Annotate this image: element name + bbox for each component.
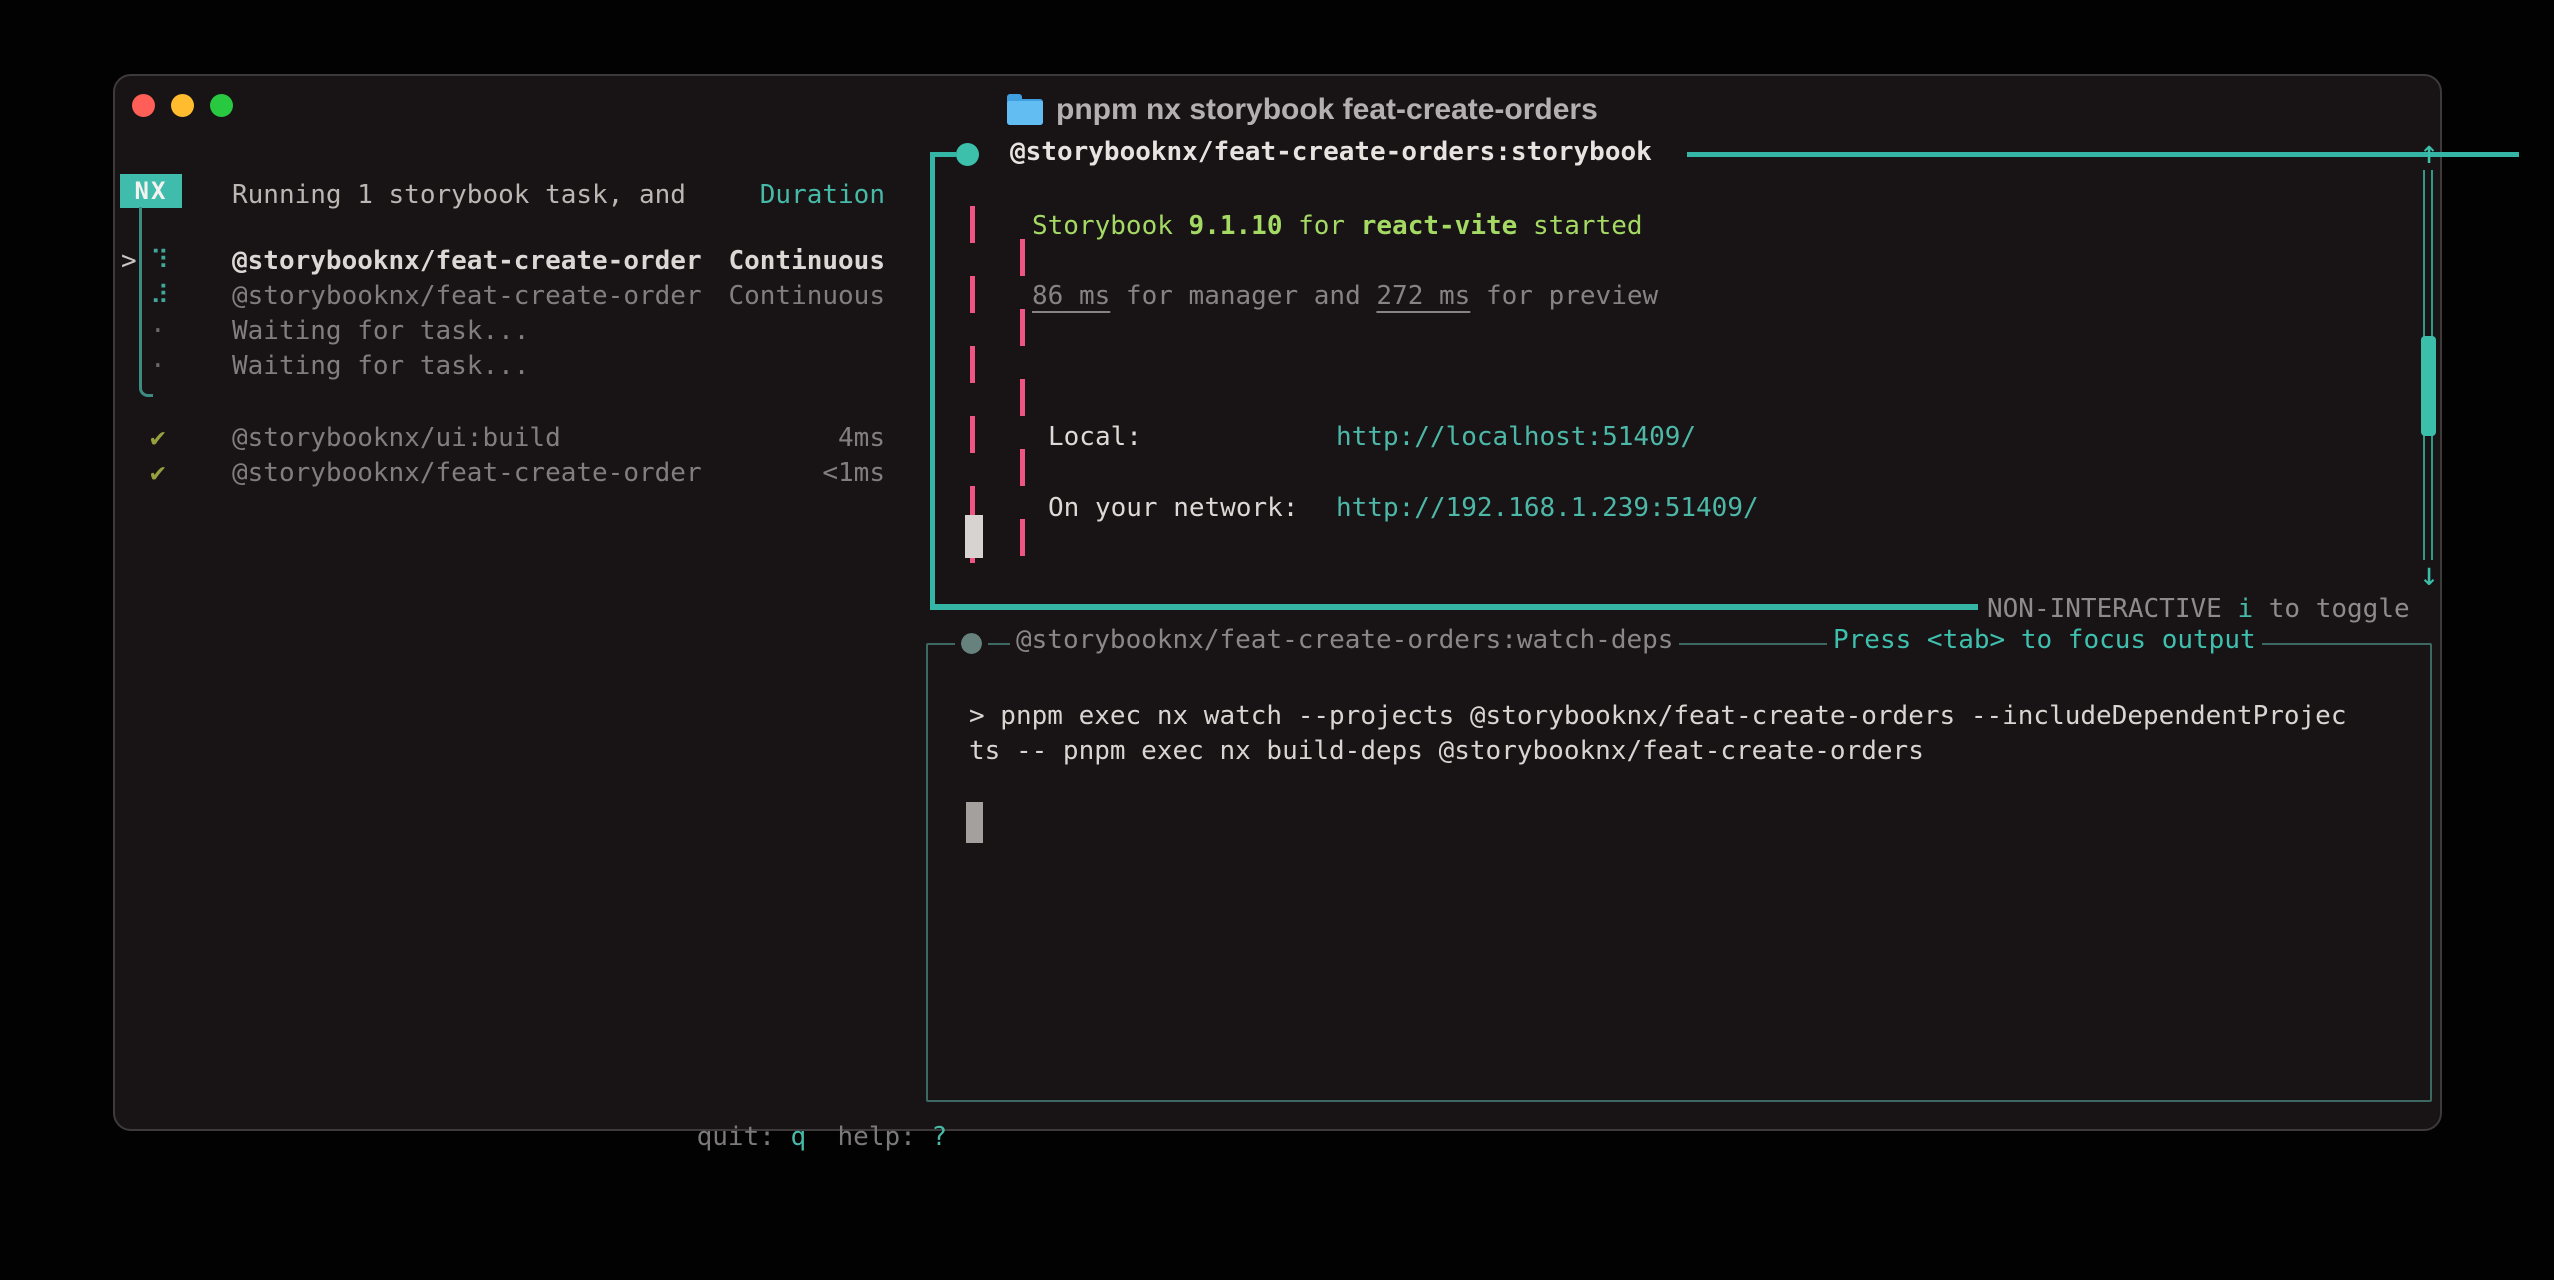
storybook-started-line: Storybook 9.1.10 for react-vite started (1032, 209, 1643, 244)
preview-time: 272 ms (1376, 281, 1470, 311)
scroll-down-arrow-icon[interactable]: ↓ (2412, 558, 2446, 590)
task-summary-label: Running 1 storybook task, and (232, 178, 686, 213)
help-label: help: (838, 1122, 932, 1152)
task-status-circle-icon (956, 143, 979, 166)
focus-output-hint: Press <tab> to focus output (1827, 625, 2262, 655)
duration-column-header: Duration (760, 178, 885, 213)
task-list-header: Running 1 storybook task, and Duration (232, 178, 885, 213)
storybook-timing-line: 86 ms for manager and 272 ms for preview (1032, 279, 1658, 314)
network-url-link[interactable]: http://192.168.1.239:51409/ (1336, 491, 1759, 526)
task-duration: <1ms (822, 456, 885, 491)
selection-caret: > (121, 244, 137, 279)
titlebar: pnpm nx storybook feat-create-orders (1007, 90, 1598, 130)
task-name: @storybooknx/feat-create-order (232, 456, 702, 491)
check-icon: ✔ (150, 456, 166, 491)
task-row[interactable]: ⠼ @storybooknx/feat-create-order Continu… (115, 279, 885, 314)
keybind-footer: quit: q help: ? (634, 1085, 947, 1190)
task-row[interactable]: ✔ @storybooknx/feat-create-order <1ms (115, 456, 885, 491)
spinner-icon: ⠼ (150, 279, 169, 314)
minimize-button[interactable] (171, 94, 194, 117)
task-status: Continuous (728, 244, 885, 279)
command-line: > pnpm exec nx watch --projects @storybo… (969, 699, 2347, 734)
terminal-block-cursor (965, 515, 983, 558)
zoom-button[interactable] (210, 94, 233, 117)
toggle-key: i (2237, 594, 2253, 624)
window-title: pnpm nx storybook feat-create-orders (1056, 93, 1598, 127)
storybook-panel-border-bottom (930, 604, 1978, 610)
pending-dot-icon: · (150, 314, 166, 349)
watch-deps-panel-title: @storybooknx/feat-create-orders:watch-de… (1010, 625, 1679, 655)
folder-icon (1007, 99, 1043, 125)
close-button[interactable] (132, 94, 155, 117)
nx-logo-badge: NX (120, 174, 182, 208)
network-label: On your network: (1048, 491, 1298, 526)
progress-bar-column (970, 206, 975, 563)
local-url-link[interactable]: http://localhost:51409/ (1336, 420, 1696, 455)
task-row[interactable]: ✔ @storybooknx/ui:build 4ms (115, 421, 885, 456)
task-name: Waiting for task... (232, 314, 529, 349)
local-label: Local: (1048, 420, 1142, 455)
quit-key: q (791, 1122, 807, 1152)
task-duration: 4ms (838, 421, 885, 456)
storybook-panel-border-left (930, 152, 935, 610)
storybook-version: 9.1.10 (1189, 211, 1283, 241)
non-interactive-hint: NON-INTERACTIVE i to toggle (1983, 592, 2414, 627)
task-status: Continuous (728, 279, 885, 314)
task-name: Waiting for task... (232, 349, 529, 384)
progress-bar-column (1020, 206, 1025, 563)
scroll-up-arrow-icon[interactable]: ↑ (2412, 136, 2446, 168)
terminal-block-cursor (966, 802, 983, 843)
task-name: @storybooknx/feat-create-order (232, 244, 702, 279)
terminal-window: pnpm nx storybook feat-create-orders NX … (113, 74, 2442, 1131)
storybook-panel-border-top (1687, 152, 2519, 157)
storybook-panel-title: @storybooknx/feat-create-orders:storyboo… (1010, 137, 1652, 167)
task-name: @storybooknx/feat-create-order (232, 279, 702, 314)
quit-label: quit: (697, 1122, 791, 1152)
task-row[interactable]: > ⠹ @storybooknx/feat-create-order Conti… (115, 244, 885, 279)
storybook-framework: react-vite (1361, 211, 1518, 241)
footer-gap (806, 1122, 837, 1152)
task-row[interactable]: · Waiting for task... (115, 314, 885, 349)
task-row[interactable]: · Waiting for task... (115, 349, 885, 384)
command-line: ts -- pnpm exec nx build-deps @storybook… (969, 734, 1924, 769)
check-icon: ✔ (150, 421, 166, 456)
help-key: ? (931, 1122, 947, 1152)
task-name: @storybooknx/ui:build (232, 421, 561, 456)
spinner-icon: ⠹ (150, 244, 169, 279)
scrollbar-thumb[interactable] (2421, 336, 2436, 436)
task-status-circle-icon (961, 633, 982, 654)
pending-dot-icon: · (150, 349, 166, 384)
manager-time: 86 ms (1032, 281, 1110, 311)
